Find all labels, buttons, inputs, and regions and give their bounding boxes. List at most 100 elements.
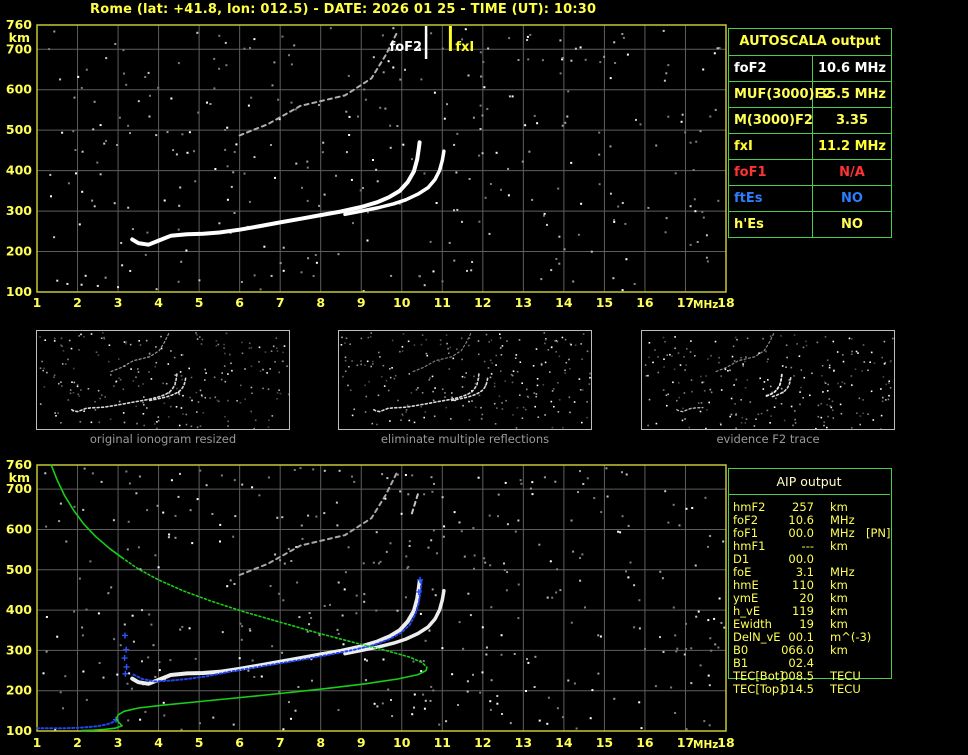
svg-text:1: 1 — [33, 295, 42, 310]
autoscala-param: foF1 — [729, 160, 813, 185]
aip-output-table: AIP output hmF2 257 km foF2 10.6 MHz foF1 00.0 M… — [728, 468, 906, 708]
svg-text:100: 100 — [6, 723, 32, 738]
svg-text:7: 7 — [276, 735, 285, 750]
panel-caption-eliminate: eliminate multiple reflections — [380, 432, 550, 446]
svg-text:200: 200 — [6, 683, 32, 698]
autoscala-screen: Rome (lat: +41.8, lon: 012.5) - DATE: 20… — [0, 0, 968, 755]
svg-text:5: 5 — [195, 735, 204, 750]
autoscala-param: foF2 — [729, 56, 813, 81]
aip-row-hmf1: hmF1 --- km — [728, 540, 906, 553]
svg-text:18: 18 — [717, 735, 734, 750]
autoscala-row-fxi: fxI 11.2 MHz — [729, 134, 891, 160]
svg-text:3: 3 — [114, 295, 123, 310]
svg-text:8: 8 — [316, 295, 325, 310]
aip-header-divider — [728, 494, 890, 495]
autoscala-table-rows: foF2 10.6 MHz MUF(3000)F2 35.5 MHz M(3000)F2… — [729, 56, 891, 237]
svg-text:600: 600 — [6, 521, 32, 536]
svg-text:12: 12 — [474, 735, 491, 750]
ionogram-top-chart: foF2 fxI100200300400500600700760km1 2 3 4 5 6 7… — [6, 17, 735, 311]
aip-unit: km — [830, 643, 848, 657]
aip-row-tectop: TEC[Top] 014.5 TECU — [728, 683, 906, 696]
autoscala-param: ftEs — [729, 186, 813, 211]
autoscala-value: N/A — [839, 165, 865, 180]
svg-text:14: 14 — [555, 735, 573, 750]
aip-unit: TECU — [830, 682, 861, 696]
autoscala-param: MUF(3000)F2 — [729, 82, 832, 107]
svg-text:17: 17 — [677, 295, 694, 310]
autoscala-row-hes: h'Es NO — [729, 212, 891, 237]
panel-eliminate-reflections — [338, 330, 592, 430]
svg-text:MHz: MHz — [693, 299, 718, 311]
svg-text:500: 500 — [6, 122, 32, 137]
svg-text:100: 100 — [6, 284, 32, 299]
aip-note: [PN] — [866, 526, 891, 540]
svg-text:km: km — [9, 470, 30, 485]
svg-text:300: 300 — [6, 642, 32, 657]
svg-text:10: 10 — [393, 295, 411, 310]
autoscala-row-m3000f2: M(3000)F2 3.35 — [729, 108, 891, 134]
svg-text:17: 17 — [677, 735, 694, 750]
svg-text:10: 10 — [393, 735, 411, 750]
svg-text:4: 4 — [154, 295, 163, 310]
panel-caption-original: original ionogram resized — [89, 432, 237, 446]
svg-text:15: 15 — [596, 735, 613, 750]
svg-text:500: 500 — [6, 562, 32, 577]
aip-table-header: AIP output — [776, 474, 842, 489]
autoscala-value: 3.35 — [835, 113, 869, 128]
aip-unit: km — [830, 539, 848, 553]
autoscala-value: 11.2 MHz — [818, 139, 886, 154]
aip-val: 014.5 — [781, 682, 814, 696]
autoscala-param: h'Es — [729, 212, 813, 237]
autoscala-row-muf3000f2: MUF(3000)F2 35.5 MHz — [729, 82, 891, 108]
svg-text:200: 200 — [6, 244, 32, 259]
aip-row-b0: B0 066.0 km — [728, 644, 906, 657]
svg-text:400: 400 — [6, 602, 32, 617]
svg-text:12: 12 — [474, 295, 491, 310]
svg-text:MHz: MHz — [693, 739, 718, 751]
svg-text:13: 13 — [515, 295, 532, 310]
svg-text:400: 400 — [6, 163, 32, 178]
svg-text:1: 1 — [33, 735, 42, 750]
svg-text:18: 18 — [717, 295, 734, 310]
aip-row-d1: D1 00.0 — [728, 553, 906, 566]
svg-text:2: 2 — [73, 735, 82, 750]
svg-text:14: 14 — [555, 295, 573, 310]
autoscala-param: M(3000)F2 — [729, 108, 813, 133]
autoscala-table-header: AUTOSCALA output — [729, 29, 891, 56]
svg-text:km: km — [9, 30, 30, 45]
svg-text:5: 5 — [195, 295, 204, 310]
svg-text:7: 7 — [276, 295, 285, 310]
svg-text:3: 3 — [114, 735, 123, 750]
svg-text:300: 300 — [6, 203, 32, 218]
svg-text:11: 11 — [434, 735, 451, 750]
svg-text:600: 600 — [6, 82, 32, 97]
autoscala-value: NO — [841, 217, 863, 232]
autoscala-value: 10.6 MHz — [818, 61, 886, 76]
autoscala-row-fof2: foF2 10.6 MHz — [729, 56, 891, 82]
svg-text:2: 2 — [73, 295, 82, 310]
svg-text:16: 16 — [636, 735, 654, 750]
autoscala-param: fxI — [729, 134, 813, 159]
ionogram-bottom-chart: 100200300400500600700760km1 2 3 4 5 6 7 8 9 10 11 1… — [6, 457, 735, 751]
svg-text:13: 13 — [515, 735, 532, 750]
aip-row-delnve: DelN_vE 00.1 m^(-3) — [728, 631, 906, 644]
svg-text:8: 8 — [316, 735, 325, 750]
svg-text:6: 6 — [235, 735, 244, 750]
panel-evidence-f2-trace — [641, 330, 895, 430]
autoscala-output-table: AUTOSCALA output foF2 10.6 MHz MUF(3000)F2… — [728, 28, 892, 238]
panel-caption-evidence: evidence F2 trace — [716, 432, 820, 446]
autoscala-row-ftes: ftEs NO — [729, 186, 891, 212]
svg-text:11: 11 — [434, 295, 451, 310]
autoscala-value: NO — [841, 191, 863, 206]
svg-text:foF2: foF2 — [390, 40, 423, 55]
svg-text:6: 6 — [235, 295, 244, 310]
panel-original-ionogram — [36, 330, 290, 430]
svg-text:16: 16 — [636, 295, 654, 310]
svg-text:fxI: fxI — [455, 40, 474, 55]
svg-text:9: 9 — [357, 735, 366, 750]
autoscala-value: 35.5 MHz — [818, 87, 886, 102]
svg-text:4: 4 — [154, 735, 163, 750]
svg-text:9: 9 — [357, 295, 366, 310]
autoscala-row-fof1: foF1 N/A — [729, 160, 891, 186]
svg-text:15: 15 — [596, 295, 613, 310]
